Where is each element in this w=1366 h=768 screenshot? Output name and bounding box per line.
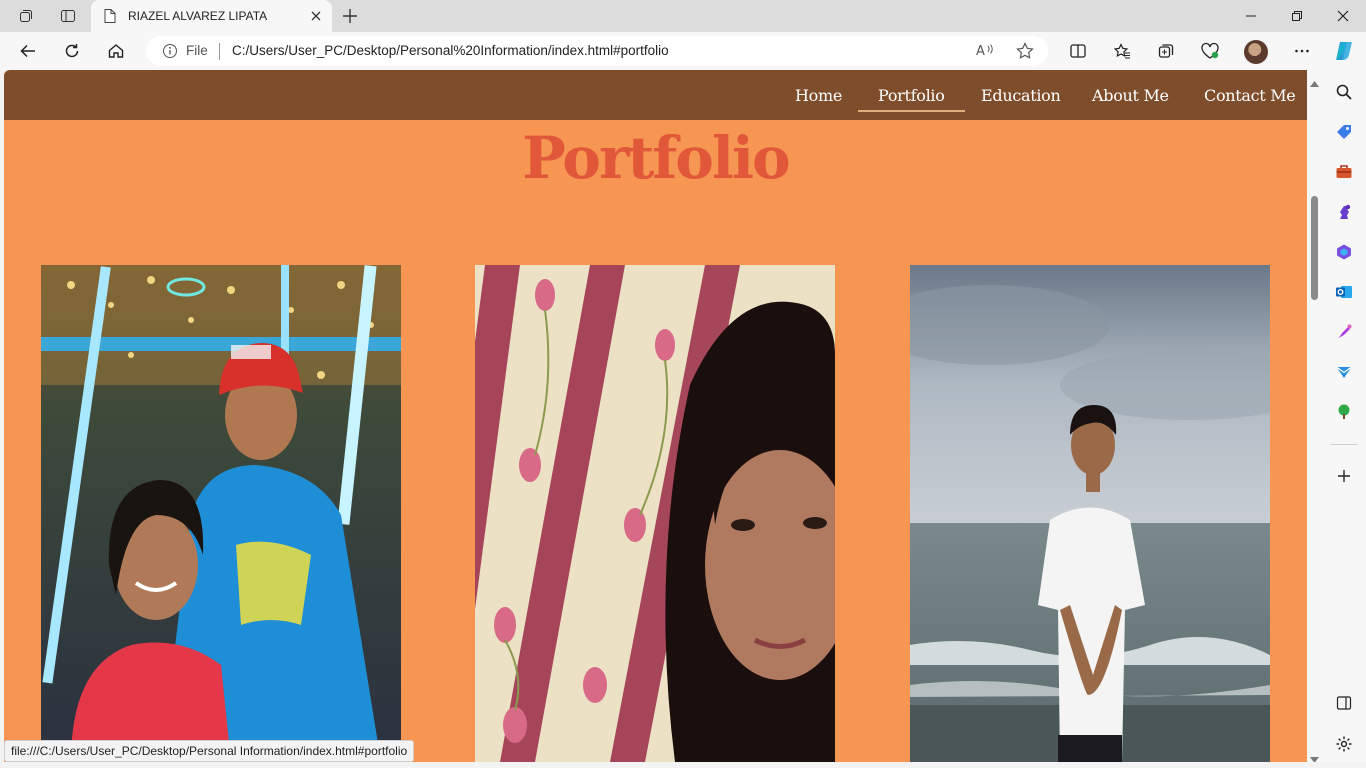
tab-strip: RIAZEL ALVAREZ LIPATA	[0, 0, 1366, 32]
read-aloud-icon[interactable]: A	[975, 41, 995, 62]
window-bottom-edge	[0, 762, 1366, 768]
tab-title: RIAZEL ALVAREZ LIPATA	[128, 9, 268, 23]
browser-essentials-icon[interactable]	[1196, 38, 1224, 64]
vertical-tabs-icon[interactable]	[54, 4, 82, 28]
refresh-icon[interactable]	[58, 38, 86, 64]
home-icon[interactable]	[102, 38, 130, 64]
star-icon[interactable]	[1015, 41, 1035, 66]
scrollbar-thumb[interactable]	[1311, 196, 1318, 300]
man-at-beach-photo	[910, 265, 1270, 762]
shopping-tag-icon[interactable]	[1333, 121, 1355, 143]
plus-icon[interactable]	[339, 4, 361, 28]
link-status-bar: file:///C:/Users/User_PC/Desktop/Persona…	[4, 740, 415, 762]
browser-toolbar: File C:/Users/User_PC/Desktop/Personal%2…	[0, 32, 1366, 70]
collections-icon[interactable]	[1152, 38, 1180, 64]
favorites-icon[interactable]	[1108, 38, 1136, 64]
tools-briefcase-icon[interactable]	[1333, 161, 1355, 183]
search-icon[interactable]	[1333, 81, 1355, 103]
browser-sidebar	[1322, 70, 1366, 768]
nav-link-education[interactable]: Education	[981, 86, 1061, 105]
restore-icon[interactable]	[1274, 0, 1320, 32]
page-scrollbar[interactable]	[1307, 70, 1322, 763]
scroll-up-icon[interactable]	[1310, 74, 1319, 92]
sidebar-divider	[1330, 444, 1358, 445]
send-drop-icon[interactable]	[1333, 361, 1355, 383]
couple-festival-photo	[41, 265, 401, 762]
tree-icon[interactable]	[1333, 401, 1355, 423]
nav-link-portfolio[interactable]: Portfolio	[858, 86, 964, 112]
hide-sidebar-icon[interactable]	[1333, 692, 1355, 714]
close-window-icon[interactable]	[1320, 0, 1366, 32]
nav-link-about-me[interactable]: About Me	[1092, 86, 1169, 105]
profile-avatar[interactable]	[1244, 40, 1268, 64]
minimize-icon[interactable]	[1228, 0, 1274, 32]
copilot-icon[interactable]	[1330, 38, 1358, 64]
nav-link-contact-me[interactable]: Contact Me	[1204, 86, 1296, 105]
page-icon	[103, 8, 117, 29]
split-screen-icon[interactable]	[1064, 38, 1092, 64]
close-tab-icon[interactable]	[308, 8, 324, 24]
more-options-icon[interactable]	[1288, 38, 1316, 64]
designer-icon[interactable]	[1333, 321, 1355, 343]
address-divider	[219, 43, 220, 60]
section-title: Portfolio	[522, 124, 790, 192]
add-plus-icon[interactable]	[1333, 465, 1355, 487]
site-navbar: Home Portfolio Education About Me Contac…	[4, 70, 1307, 120]
microsoft-365-icon[interactable]	[1333, 241, 1355, 263]
active-tab[interactable]: RIAZEL ALVAREZ LIPATA	[91, 0, 332, 32]
svg-text:A: A	[976, 44, 985, 59]
page-viewport: Home Portfolio Education About Me Contac…	[4, 70, 1307, 762]
url-text[interactable]: C:/Users/User_PC/Desktop/Personal%20Info…	[232, 43, 669, 58]
scheme-label: File	[186, 43, 208, 58]
outlook-icon[interactable]	[1333, 281, 1355, 303]
tab-actions-icon[interactable]	[12, 4, 40, 28]
woman-selfie-photo	[475, 265, 835, 762]
info-icon[interactable]	[162, 43, 178, 64]
games-chess-icon[interactable]	[1333, 201, 1355, 223]
back-arrow-icon[interactable]	[14, 38, 42, 64]
address-bar[interactable]: File C:/Users/User_PC/Desktop/Personal%2…	[146, 36, 1048, 66]
nav-link-home[interactable]: Home	[795, 86, 842, 105]
settings-gear-icon[interactable]	[1333, 733, 1355, 755]
